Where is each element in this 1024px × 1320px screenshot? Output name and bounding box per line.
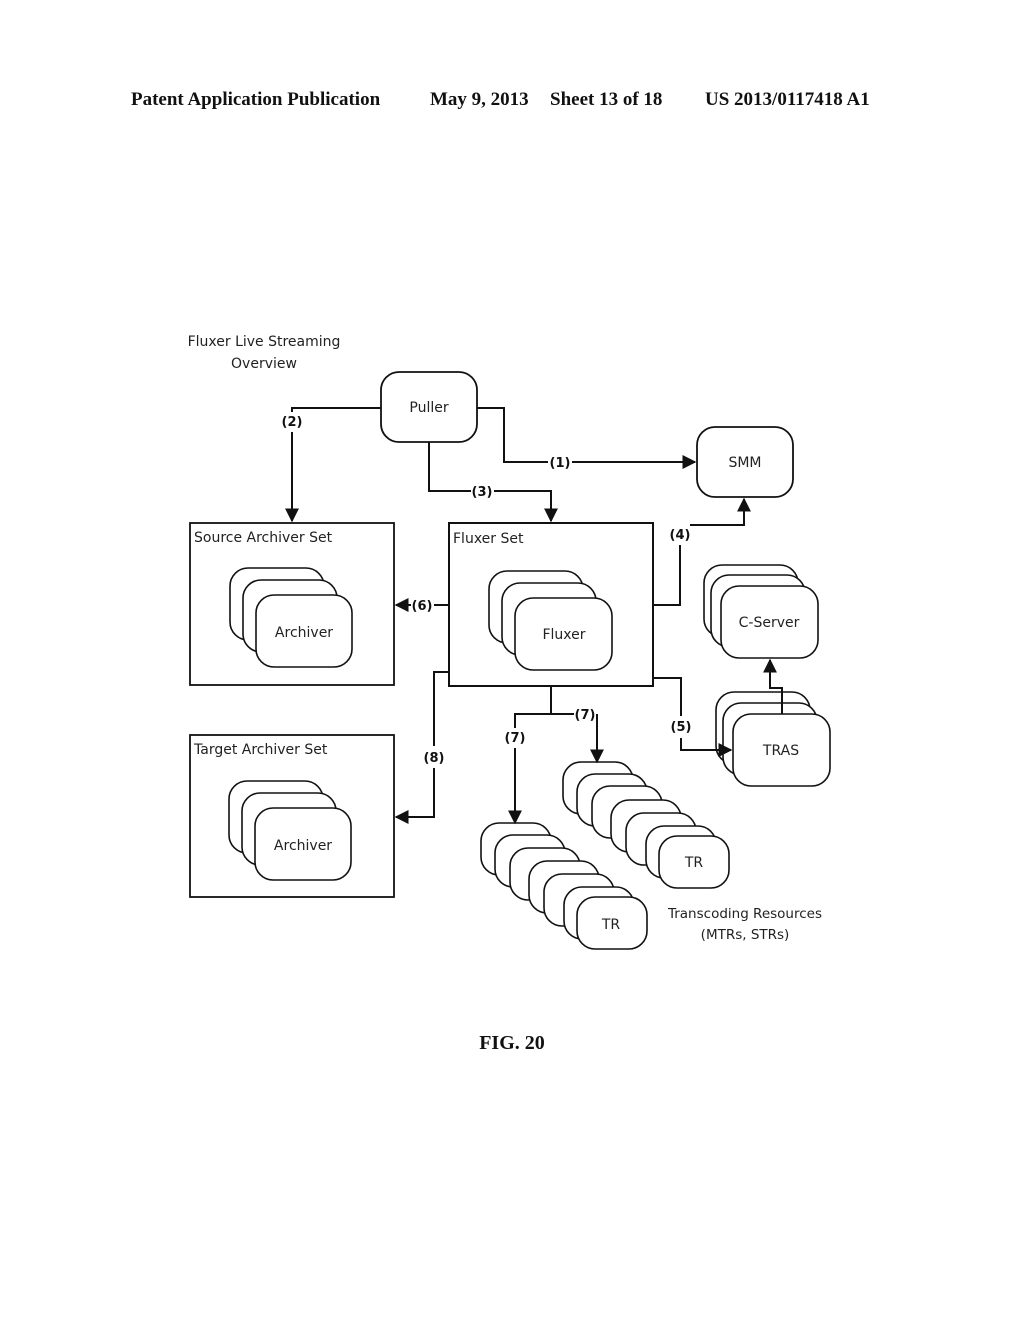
smm-node: SMM: [696, 426, 794, 498]
transcoding-caption-line2: (MTRs, STRs): [701, 927, 790, 943]
edge-8-line: [433, 671, 449, 746]
tras-label: TRAS: [762, 743, 799, 759]
edge-7b-label: (7): [575, 708, 596, 723]
c-server-label: C-Server: [739, 615, 800, 631]
tr-left-label: TR: [601, 917, 621, 933]
source-archiver-set: Source Archiver Set Archiver: [189, 522, 395, 686]
edge-2-label: (2): [282, 415, 303, 430]
edge-8-label: (8): [424, 751, 445, 766]
fluxer-live-streaming-diagram: Fluxer Live Streaming Overview Puller SM…: [188, 334, 831, 950]
fluxer-set-label: Fluxer Set: [453, 531, 524, 547]
fluxer-label: Fluxer: [542, 627, 585, 643]
edge-3-label: (3): [472, 485, 493, 500]
target-archiver-label: Archiver: [274, 838, 332, 854]
edge-2-line: [291, 407, 381, 412]
edge-6-label: (6): [412, 599, 433, 614]
smm-label: SMM: [728, 455, 761, 471]
puller-node: Puller: [380, 371, 478, 443]
edge-4-arrow: [690, 497, 751, 526]
c-server-stack: C-Server: [703, 564, 819, 659]
edge-3-arrow: [494, 490, 558, 523]
fluxer-set: Fluxer Set Fluxer: [448, 522, 654, 687]
diagram-title-line2: Overview: [231, 356, 297, 372]
tr-right-label: TR: [684, 855, 704, 871]
edge-7a-label: (7): [505, 731, 526, 746]
tras-stack: TRAS: [715, 691, 831, 787]
source-archiver-set-label: Source Archiver Set: [194, 530, 333, 546]
diagram-title-line1: Fluxer Live Streaming: [188, 334, 341, 350]
figure-label: FIG. 20: [479, 1032, 545, 1054]
edge-1-line: [477, 407, 548, 463]
edge-4-label: (4): [670, 528, 691, 543]
edge-8-arrow: [394, 768, 435, 824]
edge-3-line: [428, 442, 471, 492]
transcoding-caption-line1: Transcoding Resources: [667, 906, 822, 922]
edge-4-line: [653, 545, 681, 606]
source-archiver-label: Archiver: [275, 625, 333, 641]
target-archiver-set-label: Target Archiver Set: [193, 742, 328, 758]
edge-1-label: (1): [550, 456, 571, 471]
edge-7-trunk: [514, 686, 552, 728]
edge-5-label: (5): [671, 720, 692, 735]
puller-label: Puller: [409, 400, 448, 416]
edge-5-line: [653, 677, 682, 716]
target-archiver-set: Target Archiver Set Archiver: [189, 734, 395, 898]
